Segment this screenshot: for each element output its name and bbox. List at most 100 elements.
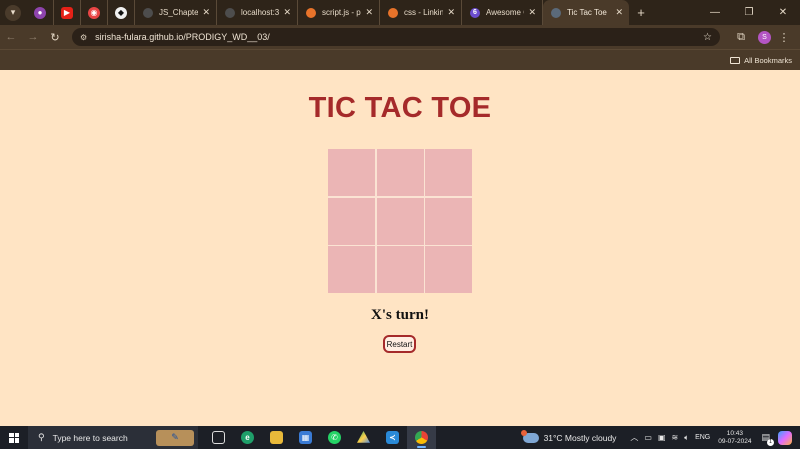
pinned-tabs: ● ▶ ◉ ◆ bbox=[27, 0, 135, 25]
menu-kebab-icon[interactable]: ⋮ bbox=[777, 31, 791, 44]
store-app[interactable]: ▦ bbox=[291, 426, 320, 449]
close-icon[interactable]: ✕ bbox=[766, 7, 800, 18]
toolbar-actions: ⧉ S ⋮ bbox=[730, 30, 791, 44]
pinned-tab-youtube[interactable]: ▶ bbox=[54, 0, 81, 25]
tab-list: JS_Chapterwise✕localhost:3000/✕script.js… bbox=[135, 0, 629, 25]
new-tab-button[interactable]: + bbox=[629, 5, 653, 20]
task-view-button[interactable] bbox=[204, 426, 233, 449]
youtube-icon: ▶ bbox=[61, 6, 73, 19]
board-cell[interactable] bbox=[425, 149, 472, 196]
tab-close-icon[interactable]: ✕ bbox=[447, 7, 455, 18]
tab-favicon-icon bbox=[306, 7, 316, 18]
game-title: TIC TAC TOE bbox=[308, 92, 492, 124]
task-view-icon bbox=[212, 431, 225, 444]
weather-text: 31°C Mostly cloudy bbox=[543, 432, 617, 443]
chrome-icon bbox=[415, 431, 428, 444]
app-icon: ● bbox=[34, 6, 46, 19]
profile-avatar[interactable]: S bbox=[758, 30, 771, 44]
browser-tab[interactable]: Tic Tac Toe ✕ bbox=[543, 0, 629, 25]
chrome-app[interactable] bbox=[407, 426, 436, 449]
board-cell[interactable] bbox=[376, 246, 424, 293]
github-icon: ◆ bbox=[115, 6, 127, 19]
whatsapp-app[interactable]: ✆ bbox=[320, 426, 349, 449]
tab-close-icon[interactable]: ✕ bbox=[528, 7, 536, 18]
site-info-icon[interactable]: ⚙ bbox=[80, 33, 87, 42]
tab-title: Tic Tac Toe bbox=[567, 8, 607, 17]
drive-app[interactable] bbox=[349, 426, 378, 449]
board-cell[interactable] bbox=[376, 197, 424, 245]
bookmarks-bar: All Bookmarks bbox=[0, 49, 800, 70]
tab-close-icon[interactable]: ✕ bbox=[615, 7, 623, 18]
bookmark-star-icon[interactable]: ☆ bbox=[703, 32, 712, 43]
browser-tab[interactable]: JS_Chapterwise✕ bbox=[135, 0, 217, 25]
pinned-tab-3[interactable]: ◉ bbox=[81, 0, 108, 25]
edge-app[interactable]: e bbox=[233, 426, 262, 449]
vscode-icon: ≺ bbox=[386, 431, 399, 444]
browser-tab[interactable]: script.js - practi ✕ bbox=[298, 0, 380, 25]
volume-icon[interactable]: 🔈︎ bbox=[684, 433, 689, 443]
browser-toolbar: ← → ↻ ⚙ sirisha-fulara.github.io/PRODIGY… bbox=[0, 25, 800, 49]
tab-favicon-icon bbox=[225, 7, 235, 18]
tab-close-icon[interactable]: ✕ bbox=[365, 7, 373, 18]
tab-favicon-icon bbox=[551, 7, 561, 18]
tab-title: localhost:3000/ bbox=[241, 8, 280, 17]
browser-tab[interactable]: localhost:3000/✕ bbox=[217, 0, 298, 25]
search-highlight-icon: ✎ bbox=[156, 429, 194, 446]
address-bar[interactable]: ⚙ sirisha-fulara.github.io/PRODIGY_WD__0… bbox=[72, 28, 720, 46]
restart-button[interactable]: Restart bbox=[383, 335, 416, 353]
store-icon: ▦ bbox=[299, 431, 312, 444]
extensions-icon[interactable]: ⧉ bbox=[730, 31, 752, 44]
taskbar-search-placeholder: Type here to search bbox=[52, 432, 128, 443]
notification-icon[interactable]: ▤ bbox=[761, 432, 774, 446]
browser-tab[interactable]: 6 Awesome CSS T ✕ bbox=[462, 0, 543, 25]
drive-icon bbox=[357, 431, 370, 443]
tab-title: css - Linking to bbox=[404, 8, 443, 17]
battery-icon[interactable]: ▭ bbox=[644, 433, 652, 442]
pinned-tab-1[interactable]: ● bbox=[27, 0, 54, 25]
clock-date: 09-07-2024 bbox=[718, 437, 752, 445]
tab-favicon-icon bbox=[143, 7, 153, 18]
reload-icon[interactable]: ↻ bbox=[44, 31, 66, 44]
address-url[interactable]: sirisha-fulara.github.io/PRODIGY_WD__03/ bbox=[95, 32, 703, 42]
pinned-tab-github[interactable]: ◆ bbox=[108, 0, 135, 25]
clock[interactable]: 10:43 09-07-2024 bbox=[718, 430, 751, 446]
tab-favicon-icon: 6 bbox=[470, 7, 480, 18]
taskbar-search[interactable]: ⚲ Type here to search ✎ bbox=[28, 426, 198, 449]
game-board bbox=[328, 149, 472, 293]
record-icon: ◉ bbox=[88, 6, 100, 19]
wifi-icon[interactable]: ≋ bbox=[672, 433, 679, 442]
tab-favicon-icon bbox=[388, 7, 398, 18]
tab-title: Awesome CSS T bbox=[486, 8, 524, 17]
board-cell[interactable] bbox=[376, 149, 424, 196]
turn-status: X's turn! bbox=[371, 307, 429, 323]
cloud-icon bbox=[520, 429, 539, 443]
weather-widget[interactable]: 31°C Mostly cloudy bbox=[520, 429, 617, 443]
all-bookmarks-button[interactable]: All Bookmarks bbox=[730, 56, 792, 65]
language-indicator[interactable]: ENG bbox=[695, 434, 710, 441]
page-content: TIC TAC TOE X's turn! Restart bbox=[0, 70, 800, 426]
tab-close-icon[interactable]: ✕ bbox=[202, 7, 210, 18]
copilot-icon[interactable] bbox=[778, 430, 792, 445]
minimize-icon[interactable]: — bbox=[698, 7, 732, 18]
browser-tab[interactable]: css - Linking to ✕ bbox=[380, 0, 462, 25]
display-icon[interactable]: ▣ bbox=[658, 433, 666, 442]
tab-title: JS_Chapterwise bbox=[159, 8, 199, 17]
windows-logo-icon bbox=[9, 432, 19, 443]
board-cell[interactable] bbox=[425, 197, 472, 245]
tab-close-icon[interactable]: ✕ bbox=[283, 7, 291, 18]
board-cell[interactable] bbox=[328, 197, 375, 245]
back-icon[interactable]: ← bbox=[0, 31, 22, 43]
tab-strip: ▾ ● ▶ ◉ ◆ JS_Chapterwise✕localhost:3000/… bbox=[0, 0, 800, 25]
file-explorer-app[interactable] bbox=[262, 426, 291, 449]
restore-icon[interactable]: ❐ bbox=[732, 7, 766, 18]
vscode-app[interactable]: ≺ bbox=[378, 426, 407, 449]
chevron-up-icon[interactable]: ︿ bbox=[630, 432, 638, 443]
forward-icon[interactable]: → bbox=[22, 31, 44, 43]
board-cell[interactable] bbox=[425, 246, 472, 293]
tray-icons: ︿ ▭ ▣ ≋ 🔈︎ bbox=[630, 432, 695, 443]
board-cell[interactable] bbox=[328, 149, 375, 196]
tab-search-button[interactable]: ▾ bbox=[5, 4, 21, 21]
board-cell[interactable] bbox=[328, 246, 375, 293]
whatsapp-icon: ✆ bbox=[328, 431, 341, 444]
start-button[interactable] bbox=[0, 432, 28, 443]
